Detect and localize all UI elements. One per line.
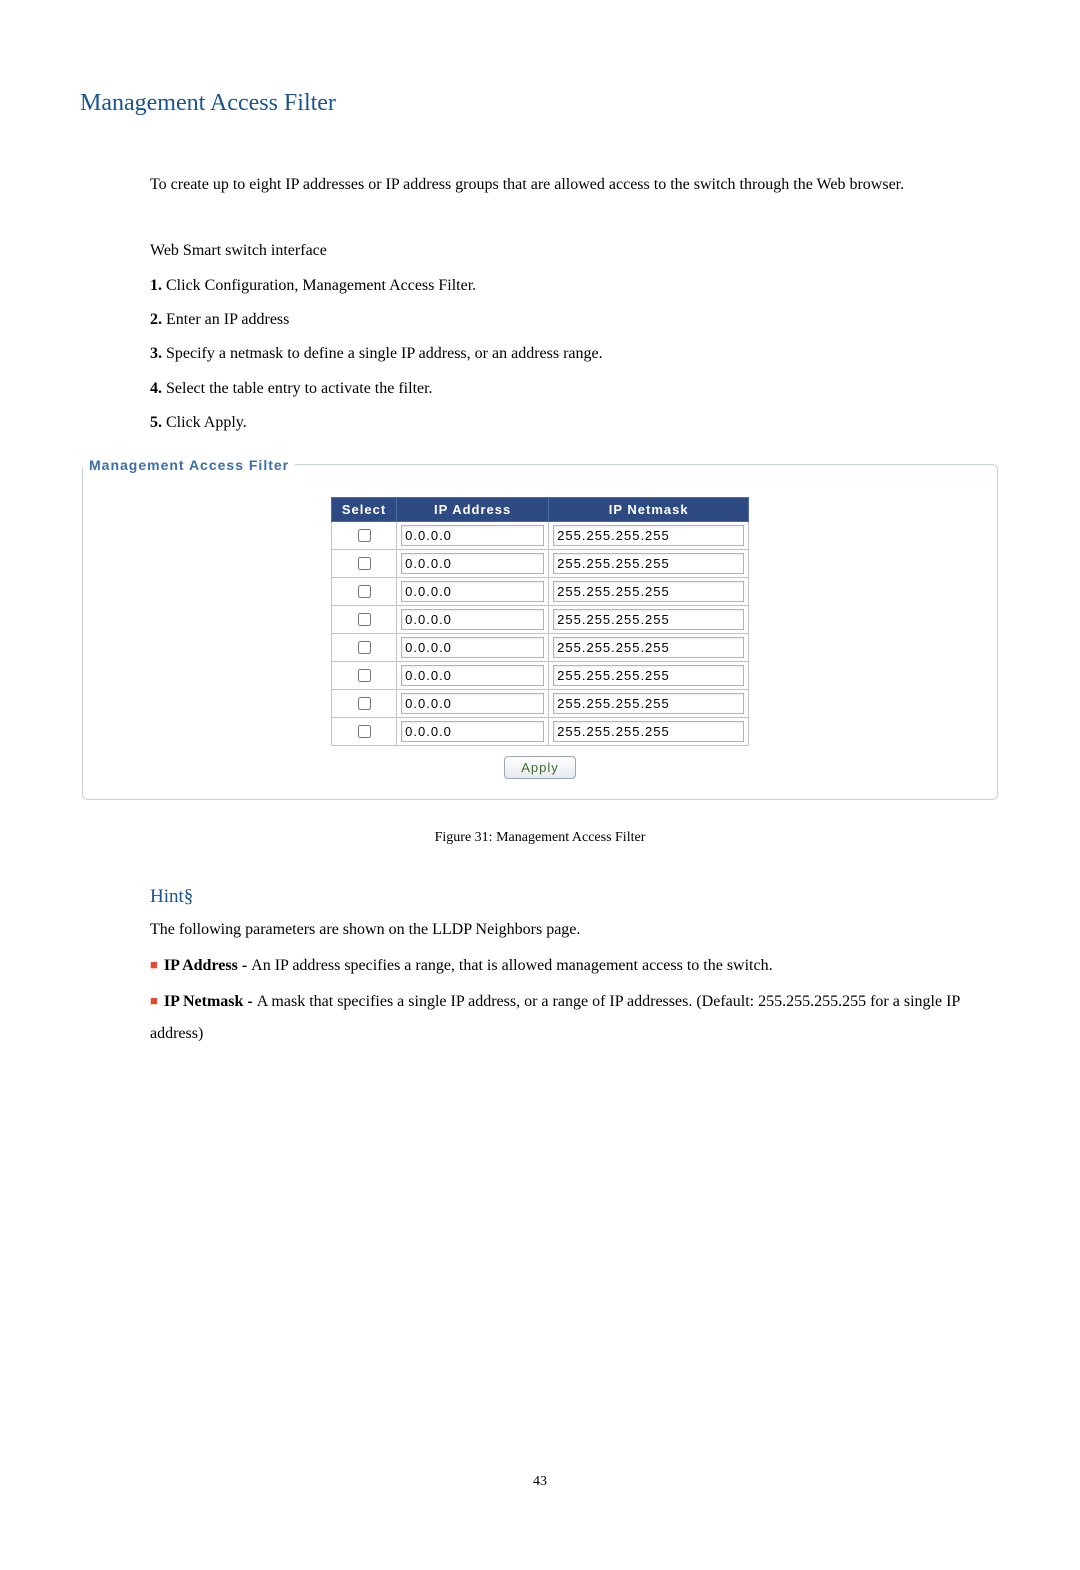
steps-block: Web Smart switch interface 1. Click Conf… bbox=[150, 236, 1000, 438]
cell-netmask bbox=[549, 717, 749, 745]
step-text: Click Configuration, Management Access F… bbox=[162, 277, 476, 294]
hint-item-ip-netmask: ■ IP Netmask - A mask that specifies a s… bbox=[150, 986, 1000, 1050]
step-text: Enter an IP address bbox=[162, 311, 289, 328]
cell-ip bbox=[397, 661, 549, 689]
select-checkbox[interactable] bbox=[358, 613, 371, 626]
cell-select bbox=[331, 521, 396, 549]
web-smart-label: Web Smart switch interface bbox=[150, 236, 1000, 266]
page-number: 43 bbox=[80, 1474, 1000, 1490]
cell-select bbox=[331, 661, 396, 689]
apply-button[interactable]: Apply bbox=[504, 756, 576, 779]
cell-netmask bbox=[549, 577, 749, 605]
ip-netmask-input[interactable] bbox=[553, 637, 744, 658]
cell-ip bbox=[397, 605, 549, 633]
fieldset-legend: Management Access Filter bbox=[83, 457, 295, 473]
cell-ip bbox=[397, 521, 549, 549]
table-row bbox=[331, 577, 748, 605]
step-4: 4. Select the table entry to activate th… bbox=[150, 374, 1000, 404]
hint-heading: Hint§ bbox=[150, 886, 1000, 908]
select-checkbox[interactable] bbox=[358, 557, 371, 570]
hint-item-text: An IP address specifies a range, that is… bbox=[251, 957, 772, 974]
select-checkbox[interactable] bbox=[358, 529, 371, 542]
ip-address-input[interactable] bbox=[401, 637, 544, 658]
col-header-ip: IP Address bbox=[397, 497, 549, 521]
cell-ip bbox=[397, 689, 549, 717]
hint-preface: The following parameters are shown on th… bbox=[150, 914, 1000, 946]
table-row bbox=[331, 689, 748, 717]
cell-ip bbox=[397, 577, 549, 605]
cell-netmask bbox=[549, 689, 749, 717]
select-checkbox[interactable] bbox=[358, 585, 371, 598]
table-row bbox=[331, 633, 748, 661]
ip-netmask-input[interactable] bbox=[553, 525, 744, 546]
select-checkbox[interactable] bbox=[358, 641, 371, 654]
ip-netmask-input[interactable] bbox=[553, 581, 744, 602]
hint-item-label: IP Netmask - bbox=[164, 993, 257, 1010]
col-header-netmask: IP Netmask bbox=[549, 497, 749, 521]
cell-select bbox=[331, 605, 396, 633]
step-text: Click Apply. bbox=[162, 414, 247, 431]
ip-address-input[interactable] bbox=[401, 553, 544, 574]
ip-netmask-input[interactable] bbox=[553, 609, 744, 630]
ip-address-input[interactable] bbox=[401, 581, 544, 602]
select-checkbox[interactable] bbox=[358, 725, 371, 738]
hint-body: The following parameters are shown on th… bbox=[150, 914, 1000, 1050]
ip-address-input[interactable] bbox=[401, 721, 544, 742]
hint-item-ip-address: ■ IP Address - An IP address specifies a… bbox=[150, 950, 1000, 982]
select-checkbox[interactable] bbox=[358, 669, 371, 682]
cell-ip bbox=[397, 717, 549, 745]
ip-address-input[interactable] bbox=[401, 693, 544, 714]
cell-select bbox=[331, 689, 396, 717]
table-row bbox=[331, 549, 748, 577]
cell-netmask bbox=[549, 521, 749, 549]
step-number: 3. bbox=[150, 345, 162, 362]
step-5: 5. Click Apply. bbox=[150, 408, 1000, 438]
hint-item-text: A mask that specifies a single IP addres… bbox=[150, 993, 960, 1042]
cell-netmask bbox=[549, 661, 749, 689]
cell-ip bbox=[397, 549, 549, 577]
ip-address-input[interactable] bbox=[401, 525, 544, 546]
intro-paragraph: To create up to eight IP addresses or IP… bbox=[150, 167, 1000, 202]
table-row bbox=[331, 605, 748, 633]
cell-netmask bbox=[549, 633, 749, 661]
management-access-filter-panel: Management Access Filter Select IP Addre… bbox=[82, 457, 998, 800]
ip-netmask-input[interactable] bbox=[553, 553, 744, 574]
cell-select bbox=[331, 549, 396, 577]
step-2: 2. Enter an IP address bbox=[150, 305, 1000, 335]
cell-ip bbox=[397, 633, 549, 661]
step-text: Specify a netmask to define a single IP … bbox=[162, 345, 603, 362]
ip-netmask-input[interactable] bbox=[553, 665, 744, 686]
col-header-select: Select bbox=[331, 497, 396, 521]
figure-caption: Figure 31: Management Access Filter bbox=[80, 830, 1000, 846]
step-number: 1. bbox=[150, 277, 162, 294]
ip-address-input[interactable] bbox=[401, 665, 544, 686]
ip-netmask-input[interactable] bbox=[553, 721, 744, 742]
cell-netmask bbox=[549, 549, 749, 577]
filter-table: Select IP Address IP Netmask bbox=[331, 497, 749, 746]
ip-netmask-input[interactable] bbox=[553, 693, 744, 714]
table-row bbox=[331, 661, 748, 689]
table-row bbox=[331, 521, 748, 549]
ip-address-input[interactable] bbox=[401, 609, 544, 630]
cell-select bbox=[331, 717, 396, 745]
table-row bbox=[331, 717, 748, 745]
hint-item-label: IP Address - bbox=[164, 957, 251, 974]
page-title: Management Access Filter bbox=[80, 90, 1000, 117]
cell-netmask bbox=[549, 605, 749, 633]
square-bullet-icon: ■ bbox=[150, 988, 158, 1014]
step-number: 4. bbox=[150, 380, 162, 397]
cell-select bbox=[331, 577, 396, 605]
step-number: 2. bbox=[150, 311, 162, 328]
step-3: 3. Specify a netmask to define a single … bbox=[150, 339, 1000, 369]
square-bullet-icon: ■ bbox=[150, 952, 158, 978]
cell-select bbox=[331, 633, 396, 661]
step-text: Select the table entry to activate the f… bbox=[162, 380, 433, 397]
step-number: 5. bbox=[150, 414, 162, 431]
select-checkbox[interactable] bbox=[358, 697, 371, 710]
step-1: 1. Click Configuration, Management Acces… bbox=[150, 271, 1000, 301]
